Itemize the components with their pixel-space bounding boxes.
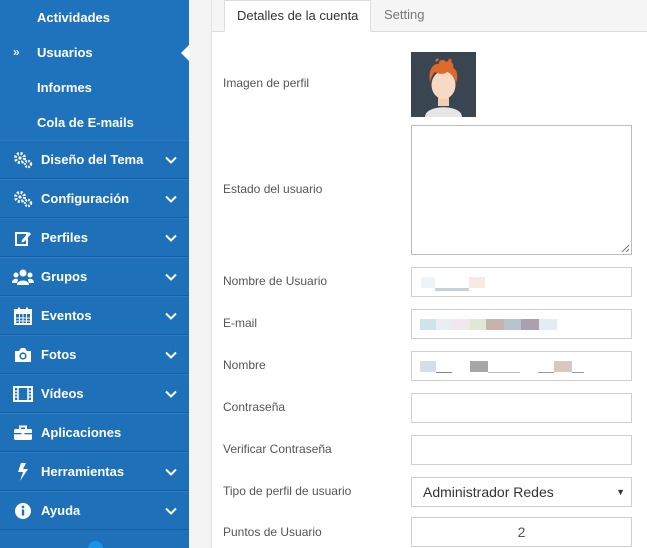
film-icon [12,385,34,403]
chevron-down-icon [165,273,177,281]
name-field[interactable] [411,351,632,381]
submenu-item-informes[interactable]: Informes [0,70,189,105]
chevron-down-icon [165,312,177,320]
users-submenu: Actividades » Usuarios Informes Cola de … [0,0,189,140]
sidebar-item-label: Fotos [41,347,77,362]
profile-image-label: Imagen de perfil [223,76,310,90]
profile-type-label: Tipo de perfil de usuario [223,484,352,498]
name-label: Nombre [223,358,266,372]
verify-password-field[interactable] [411,435,632,465]
sidebar-item-videos[interactable]: Vídeos [0,374,189,413]
email-field[interactable] [411,309,632,339]
password-field[interactable] [411,393,632,423]
redacted-block [420,319,436,330]
redacted-block [572,372,584,373]
account-panel: Detalles de la cuenta Setting Imagen de … [211,0,647,548]
users-icon [12,268,34,286]
sidebar-item-label: Aplicaciones [41,425,122,440]
redacted-block [554,361,572,372]
gears-icon [12,151,34,169]
submenu-item-actividades[interactable]: Actividades [0,0,189,35]
redacted-block [469,277,485,288]
verify-password-label: Verificar Contraseña [223,442,332,456]
active-marker-icon: » [13,45,20,59]
profile-type-select[interactable]: Administrador Redes ▼ [411,477,632,507]
briefcase-icon [12,424,34,442]
tab-bar: Detalles de la cuenta Setting [212,0,647,32]
chevron-down-icon [165,507,177,515]
sidebar-item-perfiles[interactable]: Perfiles [0,218,189,257]
edit-icon [12,229,34,247]
redacted-block [488,372,520,373]
sidebar-item-label: Diseño del Tema [41,152,144,167]
points-field[interactable]: 2 [411,517,632,547]
sidebar-item-label: Grupos [41,269,88,284]
dropdown-caret-icon: ▼ [616,487,625,497]
bolt-icon [12,462,34,481]
profile-avatar[interactable] [411,52,476,117]
redacted-block [452,319,470,330]
redacted-block [504,319,521,330]
redacted-block [435,288,469,291]
sidebar-item-eventos[interactable]: Eventos [0,296,189,335]
submenu-item-label: Usuarios [37,45,93,60]
email-label: E-mail [223,316,258,330]
sidebar-item-herramientas[interactable]: Herramientas [0,452,189,491]
submenu-item-label: Actividades [37,10,110,25]
chevron-down-icon [165,234,177,242]
sidebar-item-label: Configuración [41,191,130,206]
tab-setting[interactable]: Setting [372,0,436,32]
sidebar-item-fotos[interactable]: Fotos [0,335,189,374]
gears-icon [12,190,34,208]
submenu-item-usuarios[interactable]: » Usuarios [0,35,189,70]
username-label: Nombre de Usuario [223,274,328,288]
redacted-block [470,361,488,372]
submenu-item-cola-emails[interactable]: Cola de E-mails [0,105,189,140]
profile-type-value: Administrador Redes [423,484,554,500]
tab-account-details[interactable]: Detalles de la cuenta [224,0,372,32]
scroll-indicator[interactable] [88,541,103,548]
redacted-block [521,319,539,330]
sidebar-item-configuracion[interactable]: Configuración [0,179,189,218]
redacted-block [538,372,554,373]
redacted-block [436,319,452,330]
status-label: Estado del usuario [223,182,323,196]
sidebar-item-diseno-tema[interactable]: Diseño del Tema [0,140,189,179]
chevron-down-icon [165,468,177,476]
redacted-block [421,277,435,288]
sidebar-item-ayuda[interactable]: Ayuda [0,491,189,530]
sidebar-item-label: Vídeos [41,386,84,401]
status-textarea[interactable] [411,125,632,255]
redacted-block [486,319,504,330]
submenu-item-label: Informes [37,80,92,95]
camera-icon [12,346,34,364]
sidebar-item-grupos[interactable]: Grupos [0,257,189,296]
submenu-item-label: Cola de E-mails [37,115,134,130]
sidebar: Actividades » Usuarios Informes Cola de … [0,0,189,548]
chevron-down-icon [165,195,177,203]
content-gutter [189,0,211,548]
redacted-block [436,372,452,373]
redacted-block [539,319,557,330]
sidebar-item-label: Eventos [41,308,92,323]
chevron-down-icon [165,156,177,164]
resize-grip-icon[interactable] [621,244,629,252]
sidebar-item-label: Ayuda [41,503,81,518]
sidebar-item-label: Herramientas [41,464,125,479]
redacted-block [420,361,436,372]
info-icon [12,502,34,520]
password-label: Contraseña [223,400,286,414]
username-field[interactable] [411,267,632,297]
redacted-block [470,319,486,330]
calendar-icon [12,307,34,325]
chevron-down-icon [165,390,177,398]
sidebar-item-aplicaciones[interactable]: Aplicaciones [0,413,189,452]
points-label: Puntos de Usuario [223,525,322,539]
sidebar-item-label: Perfiles [41,230,88,245]
chevron-down-icon [165,351,177,359]
